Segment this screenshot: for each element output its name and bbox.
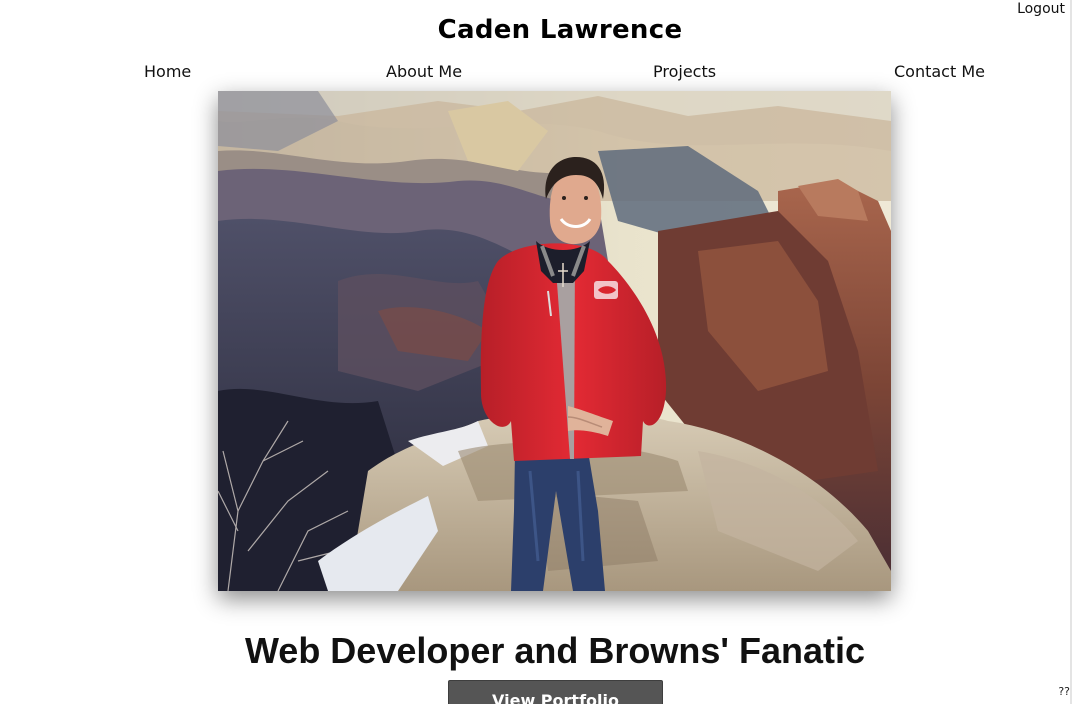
hero-photo-illustration	[218, 91, 891, 591]
nav-item-projects[interactable]: Projects	[653, 62, 716, 81]
nav-item-contact-me[interactable]: Contact Me	[894, 62, 985, 81]
view-portfolio-button[interactable]: View Portfolio	[448, 680, 663, 704]
main-nav: Home About Me Projects Contact Me	[0, 62, 1072, 88]
corner-mark: ??	[1058, 685, 1070, 698]
hero-photo	[218, 91, 891, 591]
nav-item-about-me[interactable]: About Me	[386, 62, 462, 81]
tagline-heading: Web Developer and Browns' Fanatic	[244, 630, 866, 671]
nav-item-home[interactable]: Home	[144, 62, 191, 81]
site-title: Caden Lawrence	[437, 15, 683, 45]
